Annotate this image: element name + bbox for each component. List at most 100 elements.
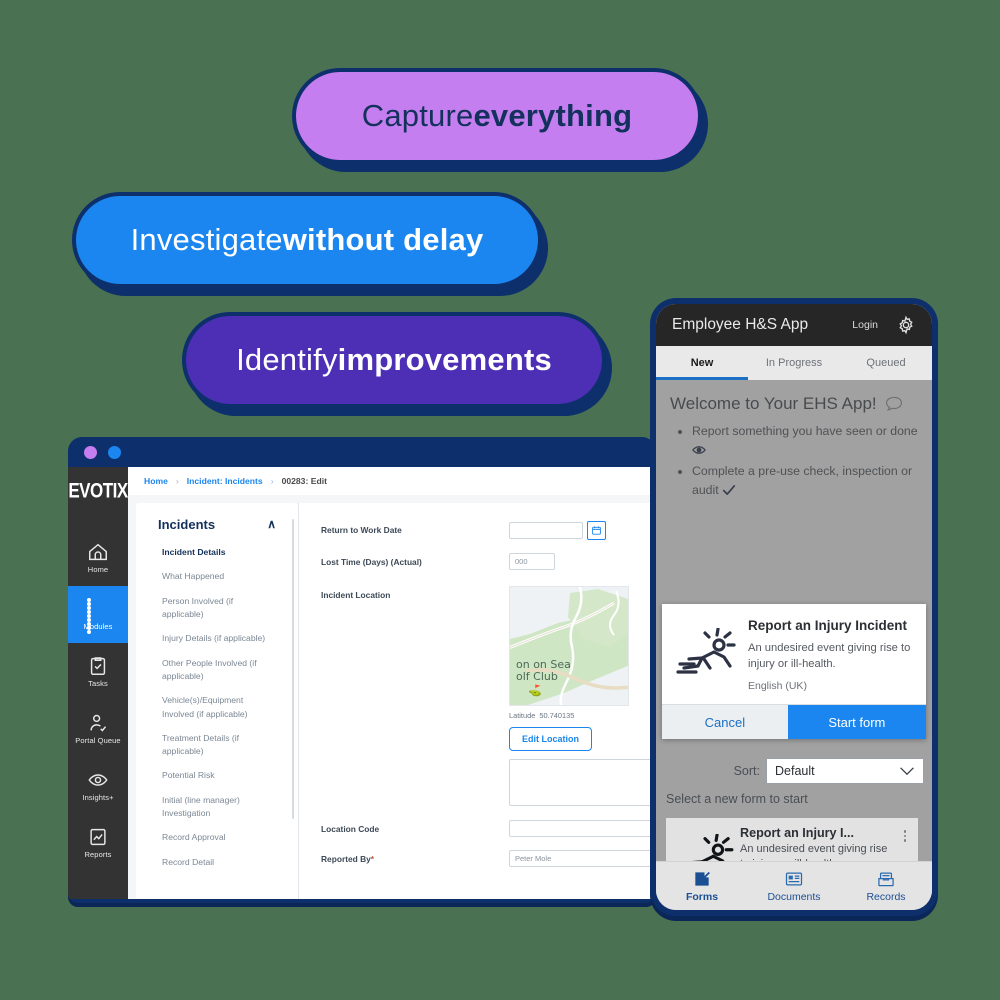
window-dot-purple[interactable] xyxy=(84,445,97,459)
label-incident-location: Incident Location xyxy=(321,590,391,600)
section-item-record-detail[interactable]: Record Detail xyxy=(136,856,298,880)
section-item-person-involved[interactable]: Person Involved (if applicable) xyxy=(136,595,298,633)
tab-new[interactable]: New xyxy=(656,346,748,380)
breadcrumb-separator-1: › xyxy=(175,476,179,486)
cancel-button[interactable]: Cancel xyxy=(662,705,788,740)
input-reported-by[interactable]: Peter Mole xyxy=(509,850,656,867)
label-reported-by: Reported By* xyxy=(321,850,509,864)
desktop-app-window: EVOTIX Home Modules Tasks Portal Queue I… xyxy=(68,437,656,903)
section-item-vehicle-equipment[interactable]: Vehicle(s)/Equipment Involved (if applic… xyxy=(136,694,298,732)
modal-text: Report an Injury Incident An undesired e… xyxy=(748,618,914,692)
sidebar-label-insights: Insights+ xyxy=(82,793,114,803)
sidebar-item-modules[interactable]: Modules xyxy=(68,586,128,643)
edit-location-button[interactable]: Edit Location xyxy=(509,727,592,751)
form-card-title: Report an Injury I... xyxy=(740,826,855,840)
clipboard-check-icon xyxy=(90,657,106,676)
label-return-to-work-date: Return to Work Date xyxy=(321,525,402,535)
breadcrumb-item-home[interactable]: Home xyxy=(144,476,168,486)
chevron-up-icon[interactable]: ∧ xyxy=(267,517,276,531)
sidebar-label-tasks: Tasks xyxy=(88,679,108,689)
composition-stage: Capture everything Investigate without d… xyxy=(0,0,1000,1000)
modal-language: English (UK) xyxy=(748,680,807,693)
bottom-nav-records[interactable]: Records xyxy=(840,869,932,903)
phone-screen: Employee H&S App Login New In Progress Q… xyxy=(656,304,932,910)
sort-selected-value: Default xyxy=(775,764,815,778)
calendar-icon[interactable] xyxy=(587,521,606,540)
sidebar-item-portal-queue[interactable]: Portal Queue xyxy=(68,700,128,757)
sort-select[interactable]: Default xyxy=(766,758,924,784)
phone-main: Welcome to Your EHS App! Report somethin… xyxy=(656,380,932,910)
phone-tabs: New In Progress Queued xyxy=(656,346,932,380)
latitude-readout: Latitude 50.740135 xyxy=(509,711,656,720)
slip-fall-injury-icon xyxy=(672,618,738,692)
bottom-nav-documents-label: Documents xyxy=(767,891,821,903)
section-item-other-people-involved[interactable]: Other People Involved (if applicable) xyxy=(136,657,298,695)
window-dot-blue[interactable] xyxy=(108,445,121,459)
sidebar-label-home: Home xyxy=(87,565,109,575)
pill-identify-improvements: Identify improvements xyxy=(182,312,606,408)
phone-app-title: Employee H&S App xyxy=(672,316,809,333)
latitude-value: 50.740135 xyxy=(539,711,575,720)
start-form-modal: Report an Injury Incident An undesired e… xyxy=(662,604,926,740)
map-thumbnail[interactable]: on on Sea olf Club ⛳ xyxy=(509,586,629,706)
modal-title: Report an Injury Incident xyxy=(748,618,908,633)
desktop-body: EVOTIX Home Modules Tasks Portal Queue I… xyxy=(68,467,656,899)
breadcrumb: Home › Incident: Incidents › 00283: Edit xyxy=(128,467,656,495)
section-item-potential-risk[interactable]: Potential Risk xyxy=(136,769,298,793)
tab-queued[interactable]: Queued xyxy=(840,346,932,380)
bottom-nav-forms[interactable]: Forms xyxy=(656,869,748,903)
pill-capture-bold: everything xyxy=(473,98,633,133)
pill-capture-everything: Capture everything xyxy=(292,68,702,164)
sections-panel: Incidents ∧ Incident Details What Happen… xyxy=(136,503,298,899)
app-sidebar: EVOTIX Home Modules Tasks Portal Queue I… xyxy=(68,467,128,899)
form-edit-icon xyxy=(695,871,710,886)
section-item-what-happened[interactable]: What Happened xyxy=(136,570,298,594)
section-item-incident-details[interactable]: Incident Details xyxy=(136,546,298,570)
label-location-code: Location Code xyxy=(321,824,380,834)
select-form-hint: Select a new form to start xyxy=(666,792,808,806)
sidebar-item-home[interactable]: Home xyxy=(68,529,128,586)
sidebar-item-insights[interactable]: Insights+ xyxy=(68,757,128,814)
phone-bottom-nav: Forms Documents Records xyxy=(656,861,932,910)
pill-investigate-without-delay: Investigate without delay xyxy=(72,192,542,288)
sidebar-label-portal-queue: Portal Queue xyxy=(75,736,121,746)
bottom-nav-documents[interactable]: Documents xyxy=(748,869,840,903)
chevron-down-icon xyxy=(900,767,914,776)
section-item-initial-investigation[interactable]: Initial (line manager) Investigation xyxy=(136,794,298,832)
pill-investigate-bold: without delay xyxy=(282,222,484,257)
breadcrumb-item-current: 00283: Edit xyxy=(281,476,327,486)
label-lost-time-days: Lost Time (Days) (Actual) xyxy=(321,557,422,567)
golf-flag-icon: ⛳ xyxy=(528,685,542,697)
input-return-to-work-date[interactable] xyxy=(509,522,583,539)
home-icon xyxy=(89,543,107,561)
file-box-icon xyxy=(878,872,894,887)
sections-title: Incidents xyxy=(158,517,216,532)
form-panel: Return to Work Date Lost Time (Days) (Ac… xyxy=(299,503,656,899)
pill-capture-plain: Capture xyxy=(361,98,474,133)
sort-row: Sort: Default xyxy=(656,758,932,784)
section-item-injury-details[interactable]: Injury Details (if applicable) xyxy=(136,632,298,656)
map-place-label: on on Sea olf Club xyxy=(516,657,571,683)
eye-icon xyxy=(88,774,108,787)
sidebar-item-tasks[interactable]: Tasks xyxy=(68,643,128,700)
reported-by-text: Reported By xyxy=(321,854,371,864)
required-asterisk: * xyxy=(370,854,375,864)
section-item-record-approval[interactable]: Record Approval xyxy=(136,831,298,855)
tab-in-progress[interactable]: In Progress xyxy=(748,346,840,380)
sections-scrollbar[interactable] xyxy=(292,519,294,819)
desktop-content: Home › Incident: Incidents › 00283: Edit… xyxy=(128,467,656,899)
login-button[interactable]: Login xyxy=(852,319,878,331)
breadcrumb-item-incidents[interactable]: Incident: Incidents xyxy=(187,476,263,486)
location-description-textarea[interactable] xyxy=(509,759,656,806)
sort-label: Sort: xyxy=(733,764,760,778)
input-location-code[interactable] xyxy=(509,820,656,837)
sidebar-item-reports[interactable]: Reports xyxy=(68,814,128,871)
pill-identify-bold: improvements xyxy=(337,342,552,377)
phone-topbar: Employee H&S App Login xyxy=(656,304,932,346)
modal-body: Report an Injury Incident An undesired e… xyxy=(662,604,926,704)
input-lost-time-days[interactable]: 000 xyxy=(509,553,555,570)
grid-icon xyxy=(87,598,109,635)
gear-icon[interactable] xyxy=(896,315,916,335)
start-form-button[interactable]: Start form xyxy=(787,705,926,740)
section-item-treatment-details[interactable]: Treatment Details (if applicable) xyxy=(136,732,298,770)
